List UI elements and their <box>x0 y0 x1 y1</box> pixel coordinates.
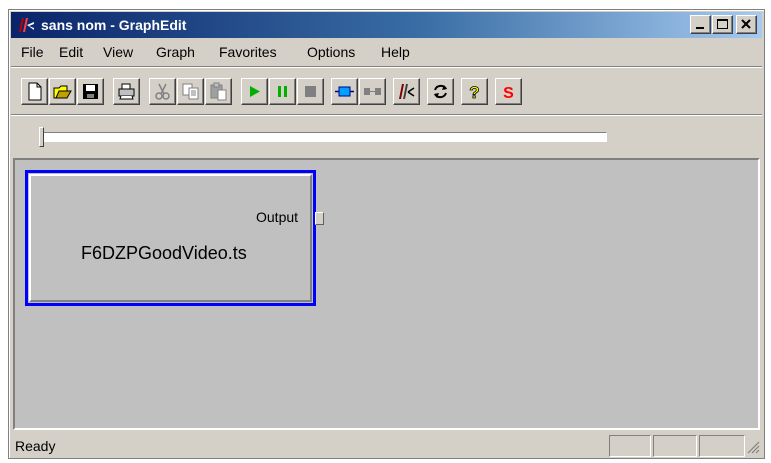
window-title: sans nom - GraphEdit <box>41 17 187 33</box>
s-button[interactable]: S <box>495 78 522 105</box>
menu-separator <box>11 66 762 68</box>
seek-thumb[interactable] <box>39 127 44 147</box>
refresh-icon <box>434 84 447 99</box>
graphedit-app-icon <box>19 18 34 32</box>
help-button[interactable]: ? <box>461 78 488 105</box>
title-bar[interactable]: sans nom - GraphEdit <box>11 12 762 38</box>
menu-options[interactable]: Options <box>307 44 355 60</box>
paste-button[interactable] <box>205 78 232 105</box>
play-button[interactable] <box>241 78 268 105</box>
filter-name: F6DZPGoodVideo.ts <box>81 243 247 263</box>
svg-text:?: ? <box>469 83 479 101</box>
copy-icon <box>182 83 199 100</box>
s-icon: S <box>503 85 514 101</box>
graphedit-filters-button[interactable] <box>393 78 420 105</box>
output-pin-label: Output <box>256 209 299 225</box>
pause-icon <box>278 86 287 97</box>
menu-help[interactable]: Help <box>381 44 410 60</box>
stop-button[interactable] <box>297 78 324 105</box>
save-button[interactable] <box>77 78 104 105</box>
filter-body: Output F6DZPGoodVideo.ts <box>29 174 324 302</box>
open-folder-icon <box>53 85 72 99</box>
seek-track[interactable] <box>39 132 607 142</box>
open-button[interactable] <box>49 78 76 105</box>
graphedit-window: sans nom - GraphEdit File Edit View Grap… <box>8 9 765 459</box>
output-pin[interactable] <box>315 212 324 225</box>
stop-icon <box>305 86 316 97</box>
connect-pins-button[interactable] <box>359 78 386 105</box>
maximize-icon <box>717 19 728 29</box>
menu-bar: File Edit View Graph Favorites Options H… <box>11 40 762 64</box>
status-text: Ready <box>15 438 56 454</box>
new-document-icon <box>28 82 42 101</box>
print-icon <box>118 83 135 100</box>
insert-filter-button[interactable] <box>331 78 358 105</box>
maximize-button[interactable] <box>712 15 733 34</box>
status-panel-3 <box>699 435 745 457</box>
graph-canvas[interactable]: Output F6DZPGoodVideo.ts <box>13 158 760 430</box>
window-controls <box>690 15 758 35</box>
insert-filter-icon <box>335 86 354 97</box>
menu-edit[interactable]: Edit <box>59 44 83 60</box>
status-panel-2 <box>653 435 697 457</box>
pause-button[interactable] <box>269 78 296 105</box>
save-disk-icon <box>83 84 98 99</box>
help-icon: ? <box>469 83 480 101</box>
seek-bar <box>11 120 762 150</box>
paste-icon <box>210 82 227 101</box>
svg-text:S: S <box>503 85 514 101</box>
resize-grip-icon[interactable] <box>746 440 760 454</box>
cut-button[interactable] <box>149 78 176 105</box>
menu-graph[interactable]: Graph <box>156 44 195 60</box>
toolbar: ? S <box>11 70 762 112</box>
menu-favorites[interactable]: Favorites <box>219 44 277 60</box>
refresh-button[interactable] <box>427 78 454 105</box>
play-icon <box>250 86 260 97</box>
menu-view[interactable]: View <box>103 44 133 60</box>
print-button[interactable] <box>113 78 140 105</box>
connect-pins-icon <box>364 88 381 95</box>
minimize-icon <box>696 27 704 29</box>
status-panel-1 <box>609 435 651 457</box>
new-button[interactable] <box>21 78 48 105</box>
close-icon <box>741 19 751 29</box>
copy-button[interactable] <box>177 78 204 105</box>
minimize-button[interactable] <box>690 15 711 34</box>
cut-icon <box>155 83 170 100</box>
menu-file[interactable]: File <box>21 44 44 60</box>
graphedit-filters-icon <box>399 84 415 99</box>
toolbar-separator <box>11 114 762 116</box>
filter-node[interactable]: Output F6DZPGoodVideo.ts <box>25 170 324 306</box>
status-bar: Ready <box>11 434 762 457</box>
close-button[interactable] <box>736 15 757 34</box>
